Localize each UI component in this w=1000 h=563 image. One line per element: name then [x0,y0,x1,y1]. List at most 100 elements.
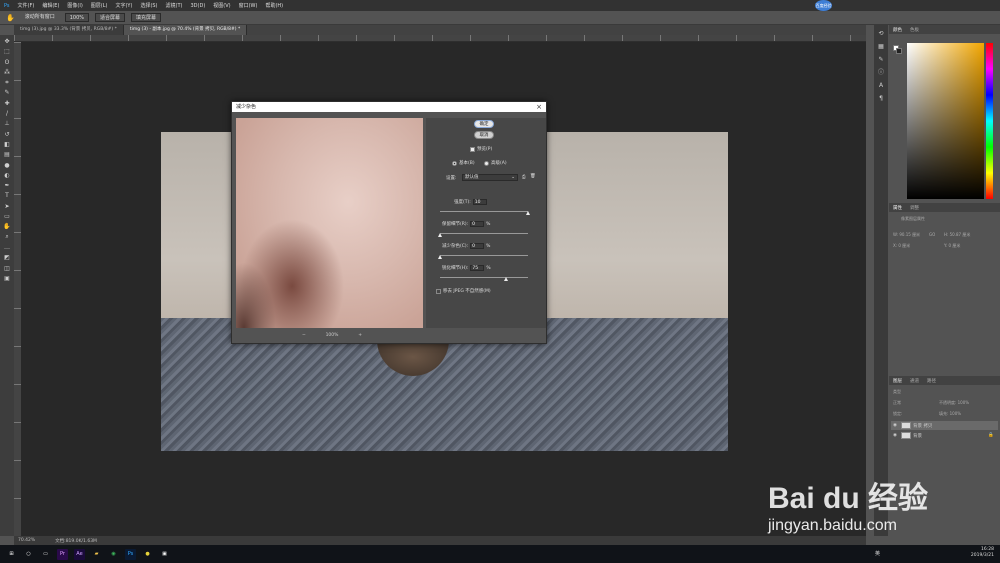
preserve-details-slider[interactable] [440,233,528,234]
status-zoom[interactable]: 70.42% [18,538,35,543]
healing-brush-tool-icon[interactable]: ✚ [2,99,12,108]
eye-icon[interactable]: ◉ [891,423,899,428]
zoom-in-icon[interactable]: + [358,333,362,338]
reduce-color-noise-input[interactable]: 0 [470,243,485,249]
tab-document-1[interactable]: timg (3).jpg @ 33.3% (背景 拷贝, RGB/8#) * [14,25,124,35]
basic-radio[interactable]: 基本(B) [452,160,475,166]
more-tools-icon[interactable]: … [2,243,12,252]
hand-tool-icon[interactable]: ✋ [6,14,15,22]
tab-document-2[interactable]: timg (3) - 副本.jpg @ 70.4% (背景 拷贝, RGB/8#… [123,25,248,35]
background-swatch[interactable] [896,48,902,54]
tab-properties[interactable]: 属性 [889,205,906,211]
info-panel-icon[interactable]: ⓘ [877,68,886,77]
avatar[interactable]: 百度经验 [815,0,832,11]
ime-indicator[interactable]: 英 [875,550,880,557]
opacity-field[interactable]: 不透明度: 100% [939,400,969,406]
magic-wand-tool-icon[interactable]: ⁂ [2,68,12,77]
sharpen-details-slider-handle[interactable] [504,277,508,281]
brush-tool-icon[interactable]: / [2,109,12,118]
strength-slider-handle[interactable] [526,211,530,215]
type-tool-icon[interactable]: T [2,191,12,200]
menu-3d[interactable]: 3D(D) [190,3,205,9]
width-field[interactable]: W: 90.15 厘米 [893,232,920,238]
sharpen-details-slider[interactable] [440,277,528,278]
menu-image[interactable]: 图像(I) [67,2,82,9]
color-picker-field[interactable] [907,43,984,199]
menu-edit[interactable]: 编辑(E) [42,2,59,9]
checkbox-box[interactable]: ✓ [470,146,475,152]
premiere-app-icon[interactable]: Pr [57,548,68,560]
zoom-tool-icon[interactable]: ⌕ [2,233,12,242]
layer-row[interactable]: ◉ 背景 拷贝 [891,421,998,430]
eyedropper-tool-icon[interactable]: ✎ [2,88,12,97]
menu-window[interactable]: 窗口(W) [239,2,258,9]
preserve-details-input[interactable]: 0 [470,221,485,227]
dialog-titlebar[interactable]: 减少杂色 × [232,102,546,112]
menu-type[interactable]: 文字(Y) [115,2,132,9]
advanced-radio[interactable]: 高级(A) [484,160,507,166]
layer-kind-filter[interactable]: 类型 [893,389,901,395]
reduce-color-noise-slider[interactable] [440,255,528,256]
tab-paths[interactable]: 路径 [923,378,940,384]
radio-dot[interactable] [484,160,489,166]
screen-mode-icon[interactable]: ▣ [2,274,12,283]
fit-screen-button[interactable]: 适合屏幕 [95,13,126,22]
menu-view[interactable]: 视图(V) [213,2,230,9]
swatches-panel-icon[interactable]: ▦ [877,42,886,51]
marquee-tool-icon[interactable]: ⬚ [2,47,12,56]
strength-slider[interactable] [440,211,528,212]
x-field[interactable]: X: 0 厘米 [893,243,910,249]
move-tool-icon[interactable]: ✥ [2,37,12,46]
gradient-tool-icon[interactable]: ▤ [2,150,12,159]
eye-icon[interactable]: ◉ [891,433,899,438]
pen-tool-icon[interactable]: ✒ [2,181,12,190]
menu-help[interactable]: 帮助(H) [265,2,283,9]
fill-screen-button[interactable]: 填充屏幕 [131,13,162,22]
crop-tool-icon[interactable]: ⌗ [2,78,12,87]
after-effects-app-icon[interactable]: Ae [74,548,85,560]
height-field[interactable]: H: 50.87 厘米 [944,232,970,238]
remove-jpeg-artifact-checkbox[interactable]: 移去 JPEG 不自然感(M) [436,288,491,294]
blend-mode-select[interactable]: 正常 [893,400,901,406]
checkbox-box[interactable] [436,288,441,294]
y-field[interactable]: Y: 0 厘米 [944,243,960,249]
chrome-app-icon[interactable]: ◉ [108,549,119,560]
sharpen-details-input[interactable]: 75 [470,265,485,271]
preserve-details-slider-handle[interactable] [438,233,442,237]
lasso-tool-icon[interactable]: ʘ [2,58,12,67]
blur-tool-icon[interactable]: ● [2,161,12,170]
menu-select[interactable]: 选择(S) [140,2,157,9]
hue-slider[interactable] [986,43,993,199]
tab-layers[interactable]: 图层 [889,378,906,384]
tab-adjustments[interactable]: 调整 [906,205,923,211]
fill-field[interactable]: 填充: 100% [939,411,961,417]
character-panel-icon[interactable]: A [877,81,886,90]
strength-input[interactable]: 10 [472,199,487,205]
tab-channels[interactable]: 通道 [906,378,923,384]
delete-settings-icon[interactable]: 🗑 [530,174,536,179]
menu-filter[interactable]: 滤镜(T) [166,2,183,9]
file-explorer-icon[interactable]: ▰ [91,549,102,560]
clone-stamp-tool-icon[interactable]: ⊥ [2,119,12,128]
rectangle-tool-icon[interactable]: ▭ [2,212,12,221]
zoom-100-button[interactable]: 100% [64,13,90,22]
foreground-background-color-icon[interactable]: ◩ [2,253,12,262]
scroll-all-checkbox[interactable]: 滚动所有窗口 [21,13,59,22]
quick-mask-icon[interactable]: ◫ [2,264,12,273]
cancel-button[interactable]: 取消 [474,131,494,139]
history-panel-icon[interactable]: ⟲ [877,29,886,38]
tab-swatches[interactable]: 色板 [906,27,923,33]
ok-button[interactable]: 确定 [474,120,494,128]
history-brush-tool-icon[interactable]: ↺ [2,130,12,139]
path-selection-tool-icon[interactable]: ➤ [2,202,12,211]
dodge-tool-icon[interactable]: ◐ [2,171,12,180]
hand-tool-icon[interactable]: ✋ [2,222,12,231]
photos-app-icon[interactable]: ▣ [159,549,170,560]
task-view-icon[interactable]: ▭ [40,549,51,560]
tab-color[interactable]: 颜色 [889,27,906,33]
layer-row[interactable]: ◉ 背景 🔒 [891,431,998,440]
close-icon[interactable]: × [536,102,542,112]
ps-logo-icon[interactable]: Ps [4,3,10,9]
settings-select[interactable]: 默认值 ⌄ [462,174,518,181]
brush-panel-icon[interactable]: ✎ [877,55,886,64]
